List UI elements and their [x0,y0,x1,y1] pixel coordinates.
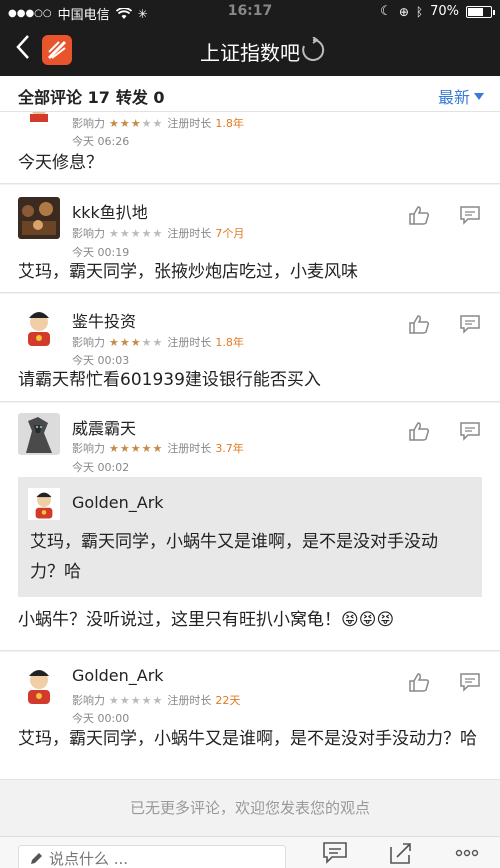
username[interactable]: 威震霸天 [72,415,136,439]
avatar[interactable] [18,306,60,348]
comment-meta: 影响力 ★★★★★ 注册时长 1.8年 [72,336,244,349]
comment-time: 今天 00:02 [72,461,130,474]
comment-feed[interactable]: 影响力 ★★★★★ 注册时长 1.8年 今天 06:26 今天修息？ kkk鱼扒地 影… [0,112,500,780]
comment-item: 鉴牛投资 影响力 ★★★★★ 注册时长 1.8年 今天 00:03 请霸天帮忙看601… [0,294,500,402]
sort-label: 最新 [437,88,470,107]
comment-reply-icon[interactable] [459,314,481,334]
comment-text: 请霸天帮忙看601939建设银行能否买入 [18,370,321,390]
username[interactable]: Golden_Ark [72,666,164,685]
comment-item: 威震霸天 影响力 ★★★★★ 注册时长 3.7年 今天 00:02 Golden_Ar… [0,403,500,651]
pencil-icon [31,853,42,864]
comment-meta: 影响力 ★★★★★ 注册时长 7个月 [72,227,245,240]
no-more-comments: 已无更多评论，欢迎您发表您的观点 [0,780,500,836]
thumbs-up-icon[interactable] [408,672,430,692]
bottom-bar: 说点什么 ... [0,836,500,868]
comments-icon[interactable] [322,841,348,865]
quoted-comment[interactable]: Golden_Ark 艾玛，霸天同学，小蜗牛又是谁啊，是不是没对手没动力？哈 [18,477,482,597]
avatar[interactable] [18,413,60,455]
comment-item: 影响力 ★★★★★ 注册时长 1.8年 今天 06:26 今天修息？ [0,112,500,184]
comment-item: kkk鱼扒地 影响力 ★★★★★ 注册时长 7个月 今天 00:19 艾玛，霸天同学，… [0,185,500,293]
influence-stars: ★★★★★ [109,117,164,130]
avatar [28,488,60,520]
share-icon[interactable] [388,841,414,865]
comment-meta: 影响力 ★★★★★ 注册时长 1.8年 [72,117,244,130]
comment-meta: 影响力 ★★★★★ 注册时长 3.7年 [72,442,244,455]
comment-item: Golden_Ark 影响力 ★★★★★ 注册时长 22天 今天 00:00 艾玛，霸… [0,652,500,780]
quote-text: 艾玛，霸天同学，小蜗牛又是谁啊，是不是没对手没动力？哈 [30,532,438,582]
comment-meta: 影响力 ★★★★★ 注册时长 22天 [72,694,241,707]
thumbs-up-icon[interactable] [408,205,430,225]
triangle-down-icon [474,93,484,100]
avatar[interactable] [18,112,60,124]
battery-percent: 70% [430,4,459,19]
comment-text: 艾玛，霸天同学，小蜗牛又是谁啊，是不是没对手没动力？哈 [18,729,477,749]
thumbs-up-icon[interactable] [408,314,430,334]
registration-age: 1.8年 [215,117,244,130]
avatar[interactable] [18,197,60,239]
comment-reply-icon[interactable] [459,205,481,225]
username[interactable]: kkk鱼扒地 [72,199,148,223]
comment-text: 艾玛，霸天同学，张掖炒炮店吃过，小麦风味 [18,262,358,282]
comment-count: 全部评论 17 [18,88,110,107]
rotation-lock-icon: ⊕ [398,4,409,19]
influence-stars: ★★★★★ [109,442,164,455]
avatar[interactable] [18,664,60,706]
comment-input[interactable]: 说点什么 ... [18,845,286,868]
registration-age: 22天 [215,694,241,707]
nav-bar: 上证指数吧 [0,24,500,76]
refresh-icon[interactable] [300,37,326,63]
status-bar: ●●●○○ 中国电信 ✳ 16:17 ☾ ⊕ ᛒ 70% [0,0,500,24]
username[interactable]: 鉴牛投资 [72,308,136,332]
comment-text: 今天修息？ [18,153,103,173]
comment-input-placeholder: 说点什么 ... [49,850,129,868]
registration-age: 7个月 [215,227,245,240]
page-title: 上证指数吧 [200,41,300,65]
battery-icon [466,5,495,18]
comment-reply-icon[interactable] [459,421,481,441]
registration-age: 3.7年 [215,442,244,455]
influence-stars: ★★★★★ [109,694,164,707]
comment-text: 小蜗牛？没听说过，这里只有旺扒小窝龟！😝😝😝 [18,610,395,630]
comment-time: 今天 06:26 [72,135,130,148]
registration-age: 1.8年 [215,336,244,349]
sort-dropdown[interactable]: 最新 [438,84,484,108]
quote-username: Golden_Ark [72,493,164,512]
bluetooth-icon: ᛒ [415,4,424,19]
forward-count: 转发 0 [115,88,165,107]
moon-icon: ☾ [380,4,392,19]
comment-reply-icon[interactable] [459,672,481,692]
thumbs-up-icon[interactable] [408,421,430,441]
influence-stars: ★★★★★ [109,336,164,349]
more-icon[interactable] [454,841,480,865]
comment-count-bar: 全部评论 17 转发 0 最新 [0,76,500,112]
influence-stars: ★★★★★ [109,227,164,240]
